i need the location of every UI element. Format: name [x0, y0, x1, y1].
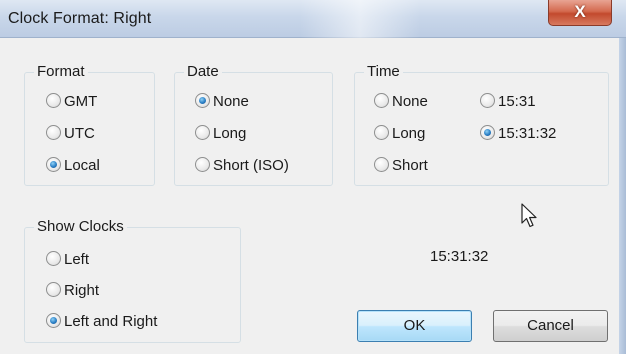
- cancel-button[interactable]: Cancel: [493, 310, 608, 342]
- show-clocks-legend: Show Clocks: [34, 217, 127, 237]
- time-legend: Time: [364, 62, 403, 82]
- preview-time: 15:31:32: [430, 248, 489, 265]
- format-legend: Format: [34, 62, 88, 82]
- time-option-label: None: [392, 93, 428, 110]
- radio-show-left-and-right[interactable]: [46, 313, 61, 328]
- time-option-label: Short: [392, 157, 428, 174]
- format-group: Format GMT UTC Local: [24, 62, 155, 186]
- format-option-local[interactable]: Local: [46, 155, 100, 177]
- show-clocks-option-right[interactable]: Right: [46, 280, 99, 302]
- title-bar: Clock Format: Right X: [0, 0, 626, 38]
- date-option-long[interactable]: Long: [195, 123, 246, 145]
- format-option-label: UTC: [64, 125, 95, 142]
- radio-time-none[interactable]: [374, 93, 389, 108]
- radio-time-long[interactable]: [374, 125, 389, 140]
- show-clocks-option-label: Left and Right: [64, 313, 158, 330]
- time-option-none[interactable]: None: [374, 91, 428, 113]
- format-option-label: GMT: [64, 93, 98, 110]
- mouse-pointer-icon: [521, 203, 537, 228]
- radio-time-hhmmss[interactable]: [480, 125, 495, 140]
- time-option-label: 15:31: [498, 93, 536, 110]
- window-frame-right: [619, 38, 626, 354]
- radio-show-left[interactable]: [46, 251, 61, 266]
- time-group: Time None Long Short 15:31 15:31:32: [354, 62, 609, 186]
- time-option-label: Long: [392, 125, 426, 142]
- radio-time-hhmm[interactable]: [480, 93, 495, 108]
- radio-date-short-iso[interactable]: [195, 157, 210, 172]
- show-clocks-option-left[interactable]: Left: [46, 249, 89, 271]
- date-legend: Date: [184, 62, 222, 82]
- time-option-long[interactable]: Long: [374, 123, 425, 145]
- date-group: Date None Long Short (ISO): [174, 62, 333, 186]
- date-option-short-iso[interactable]: Short (ISO): [195, 155, 289, 177]
- show-clocks-option-label: Left: [64, 251, 90, 268]
- radio-show-right[interactable]: [46, 282, 61, 297]
- dialog-body: Format GMT UTC Local Date None Long Shor…: [0, 38, 626, 354]
- show-clocks-group: Show Clocks Left Right Left and Right: [24, 217, 241, 343]
- format-option-gmt[interactable]: GMT: [46, 91, 97, 113]
- radio-gmt[interactable]: [46, 93, 61, 108]
- date-option-label: Short (ISO): [213, 157, 289, 174]
- date-option-none[interactable]: None: [195, 91, 249, 113]
- ok-button[interactable]: OK: [357, 310, 472, 342]
- window-title: Clock Format: Right: [8, 10, 152, 27]
- date-option-label: None: [213, 93, 249, 110]
- show-clocks-option-left-and-right[interactable]: Left and Right: [46, 311, 157, 333]
- show-clocks-option-label: Right: [64, 282, 100, 299]
- radio-date-none[interactable]: [195, 93, 210, 108]
- time-option-hhmmss[interactable]: 15:31:32: [480, 123, 556, 145]
- time-option-label: 15:31:32: [498, 125, 557, 142]
- radio-utc[interactable]: [46, 125, 61, 140]
- close-icon: X: [574, 2, 586, 21]
- date-option-label: Long: [213, 125, 247, 142]
- radio-local[interactable]: [46, 157, 61, 172]
- time-option-hhmm[interactable]: 15:31: [480, 91, 536, 113]
- format-option-utc[interactable]: UTC: [46, 123, 95, 145]
- close-button[interactable]: X: [548, 0, 612, 26]
- format-option-label: Local: [64, 157, 100, 174]
- radio-time-short[interactable]: [374, 157, 389, 172]
- time-option-short[interactable]: Short: [374, 155, 428, 177]
- radio-date-long[interactable]: [195, 125, 210, 140]
